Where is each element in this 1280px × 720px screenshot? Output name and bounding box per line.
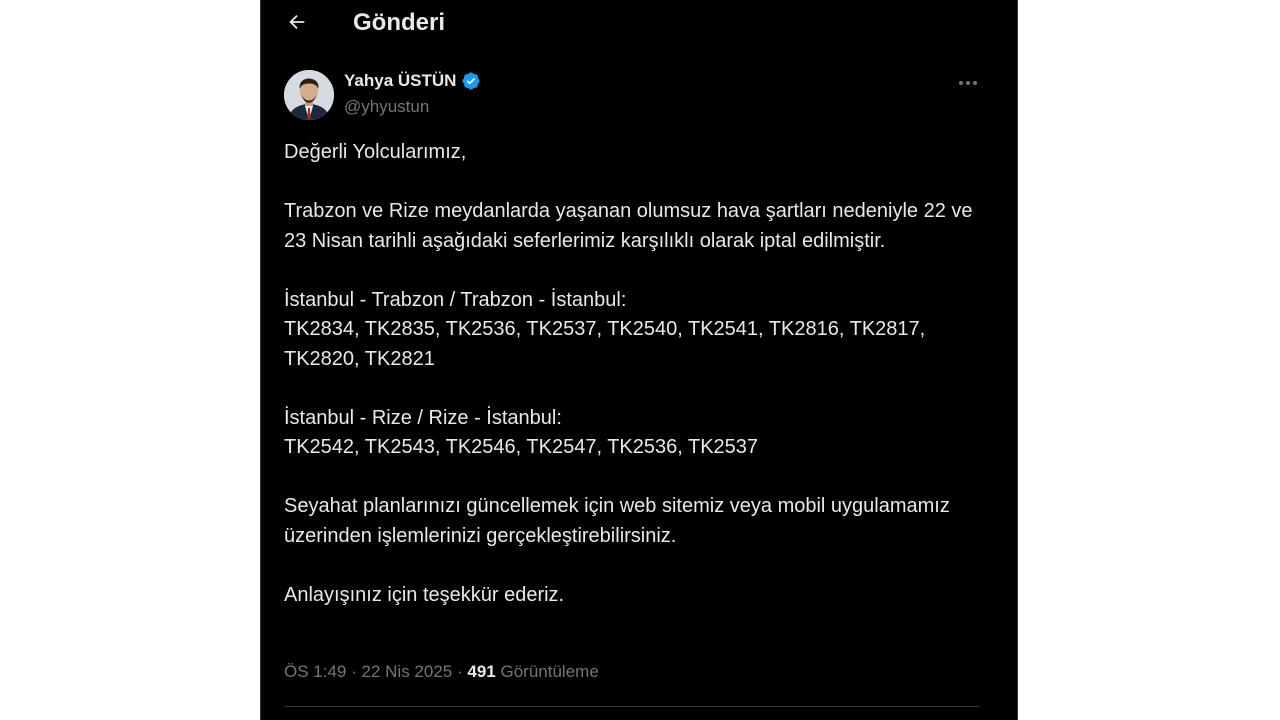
tweet-text: Değerli Yolcularımız, Trabzon ve Rize me… [284,138,984,640]
verified-badge-icon [462,72,480,90]
tweet-thanks: Anlayışınız için teşekkür ederiz. [284,583,565,606]
rize-route-heading: İstanbul - Rize / Rize - İstanbul: [284,406,562,429]
post-date[interactable]: 22 Nis 2025 [362,662,453,681]
divider [284,706,980,707]
author-name-text: Yahya ÜSTÜN [344,71,457,90]
author-name[interactable]: Yahya ÜSTÜN [344,71,481,91]
tweet-update-note: Seyahat planlarınızı güncellemek için we… [284,495,950,547]
more-options-button[interactable] [957,72,979,94]
top-bar: Gönderi [261,0,1017,46]
post-panel: Gönderi Yahya ÜSTÜN @yhyustun Değerli Yo… [260,0,1018,720]
avatar[interactable] [284,70,334,120]
post-time[interactable]: ÖS 1:49 [284,662,346,681]
rize-flight-list: TK2542, TK2543, TK2546, TK2547, TK2536, … [284,436,759,458]
author-handle[interactable]: @yhyustun [344,97,429,117]
views-count: 491 [467,662,496,681]
arrow-left-icon [289,14,305,30]
avatar-portrait [284,70,334,120]
back-button[interactable] [283,8,311,36]
meta-separator: · [351,662,357,681]
trabzon-route-heading: İstanbul - Trabzon / Trabzon - İstanbul: [284,288,627,311]
tweet-greeting: Değerli Yolcularımız, [284,141,467,163]
tweet-intro: Trabzon ve Rize meydanlarda yaşanan olum… [284,200,973,252]
page-title: Gönderi [353,9,446,36]
meta-separator: · [456,662,463,681]
post-meta: ÖS 1:49 · 22 Nis 2025 · 491 Görüntüleme [284,662,599,682]
more-horizontal-icon [959,81,977,85]
views-label: Görüntüleme [500,662,599,681]
trabzon-flight-list: TK2834, TK2835, TK2536, TK2537, TK2540, … [284,318,926,370]
